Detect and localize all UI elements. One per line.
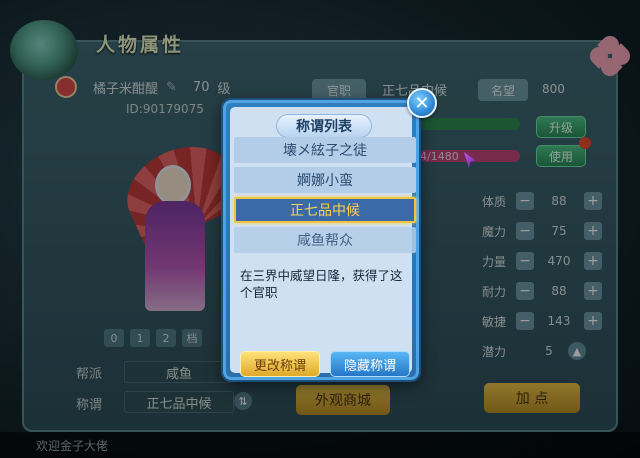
modal-title: 称谓列表 [276,114,372,138]
title-list-item[interactable]: 婀娜小蛮 [234,167,416,193]
title-description: 在三界中威望日隆，获得了这个官职 [240,268,403,300]
title-list-item-selected[interactable]: 正七品中候 [234,197,416,223]
title-list-item[interactable]: 咸鱼帮众 [234,227,416,253]
modal-body: 称谓列表 壊メ絃子之徒 婀娜小蛮 正七品中候 咸鱼帮众 在三界中威望日隆，获得了… [230,107,416,377]
close-icon[interactable]: ✕ [407,88,437,118]
change-title-button[interactable]: 更改称谓 [240,351,320,377]
title-list-modal: 称谓列表 壊メ絃子之徒 婀娜小蛮 正七品中候 咸鱼帮众 在三界中威望日隆，获得了… [223,100,419,380]
game-screen: 人物属性 橘子米酣醍 ✎ 70 级 ID:90179075 官职 正七品中候 名… [0,0,640,458]
title-list: 壊メ絃子之徒 婀娜小蛮 正七品中候 咸鱼帮众 [234,137,416,257]
hide-title-button[interactable]: 隐藏称谓 [330,351,410,377]
title-list-item[interactable]: 壊メ絃子之徒 [234,137,416,163]
